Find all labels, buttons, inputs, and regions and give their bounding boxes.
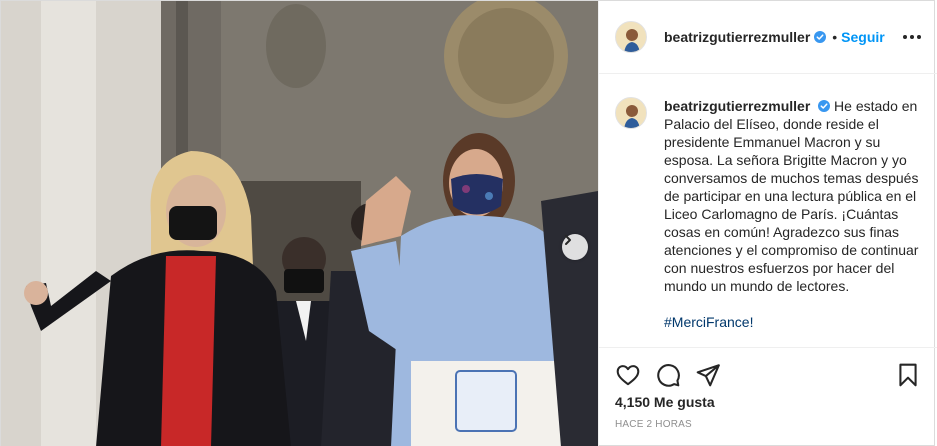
action-icons	[615, 348, 921, 398]
post-timestamp[interactable]: HACE 2 HORAS	[615, 419, 921, 430]
hashtag-link[interactable]: #MerciFrance!	[664, 313, 921, 331]
more-options-icon[interactable]	[903, 31, 921, 43]
avatar[interactable]	[615, 21, 647, 53]
post-header: beatrizgutierrezmuller • Seguir	[599, 1, 937, 74]
instagram-post: beatrizgutierrezmuller • Seguir beatrizg…	[0, 0, 937, 446]
photo-illustration	[1, 1, 598, 446]
verified-badge-icon	[814, 31, 827, 43]
post-photo[interactable]	[1, 1, 598, 446]
chevron-right-icon	[565, 235, 571, 245]
caption-avatar[interactable]	[615, 97, 647, 129]
caption-text: beatrizgutierrezmuller He estado en Pala…	[664, 97, 921, 331]
avatar-image	[616, 22, 646, 52]
separator-dot: •	[832, 29, 838, 45]
caption-section: beatrizgutierrezmuller He estado en Pala…	[599, 75, 937, 345]
share-icon[interactable]	[695, 362, 721, 388]
comment-icon[interactable]	[655, 362, 681, 388]
next-image-button[interactable]	[562, 234, 588, 260]
username[interactable]: beatrizgutierrezmuller	[664, 29, 810, 45]
follow-button[interactable]: Seguir	[841, 29, 885, 45]
verified-badge-icon	[818, 100, 831, 112]
post-side-panel: beatrizgutierrezmuller • Seguir beatrizg…	[598, 1, 937, 446]
caption-username[interactable]: beatrizgutierrezmuller	[664, 98, 810, 114]
caption-body: He estado en Palacio del Elíseo, donde r…	[664, 98, 919, 294]
likes-count[interactable]: 4,150 Me gusta	[615, 394, 921, 410]
bookmark-icon[interactable]	[895, 362, 921, 388]
post-actions: 4,150 Me gusta HACE 2 HORAS	[599, 347, 937, 446]
caption-row: beatrizgutierrezmuller He estado en Pala…	[615, 97, 921, 331]
heart-icon[interactable]	[615, 362, 641, 388]
avatar-image	[616, 98, 646, 128]
